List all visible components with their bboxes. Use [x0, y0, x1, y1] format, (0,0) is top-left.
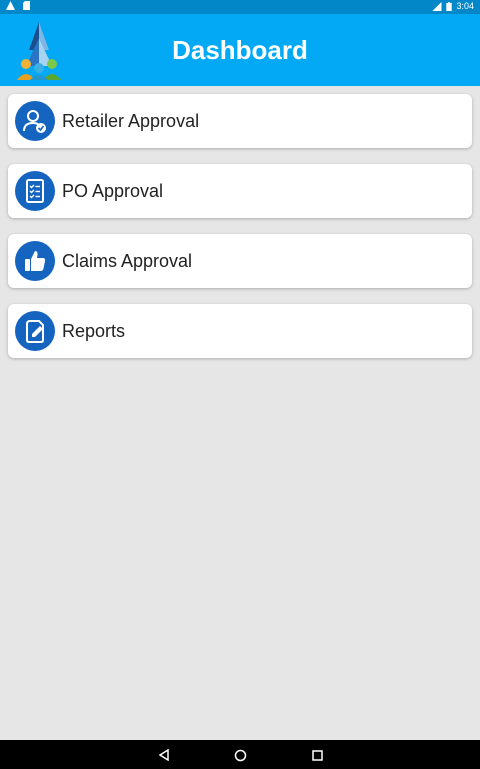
edit-document-icon [15, 311, 55, 351]
checklist-icon [15, 171, 55, 211]
menu-item-label: Retailer Approval [62, 111, 200, 131]
sd-card-icon [23, 1, 30, 10]
page-title: Dashboard [172, 35, 308, 65]
app-bar: Dashboard [0, 14, 480, 86]
status-bar: 3:04 [0, 0, 480, 14]
signal-icon [432, 1, 442, 11]
status-time: 3:04 [456, 1, 474, 11]
recents-icon[interactable] [309, 747, 325, 763]
menu-item-label: Claims Approval [62, 251, 193, 271]
dashboard-menu: Retailer Approval PO Approval Claims App… [8, 94, 472, 374]
system-nav-bar [0, 740, 480, 769]
menu-item-label: PO Approval [62, 181, 164, 201]
warning-notification-icon [6, 1, 15, 10]
user-check-icon [15, 101, 55, 141]
menu-item-retailer-approval[interactable]: Retailer Approval [8, 94, 472, 148]
home-icon[interactable] [232, 747, 248, 763]
menu-item-po-approval[interactable]: PO Approval [8, 164, 472, 218]
menu-item-label: Reports [62, 321, 126, 341]
thumbs-up-icon [15, 241, 55, 281]
back-icon[interactable] [156, 747, 172, 763]
menu-item-reports[interactable]: Reports [8, 304, 472, 358]
battery-icon [446, 1, 453, 11]
menu-item-claims-approval[interactable]: Claims Approval [8, 234, 472, 288]
